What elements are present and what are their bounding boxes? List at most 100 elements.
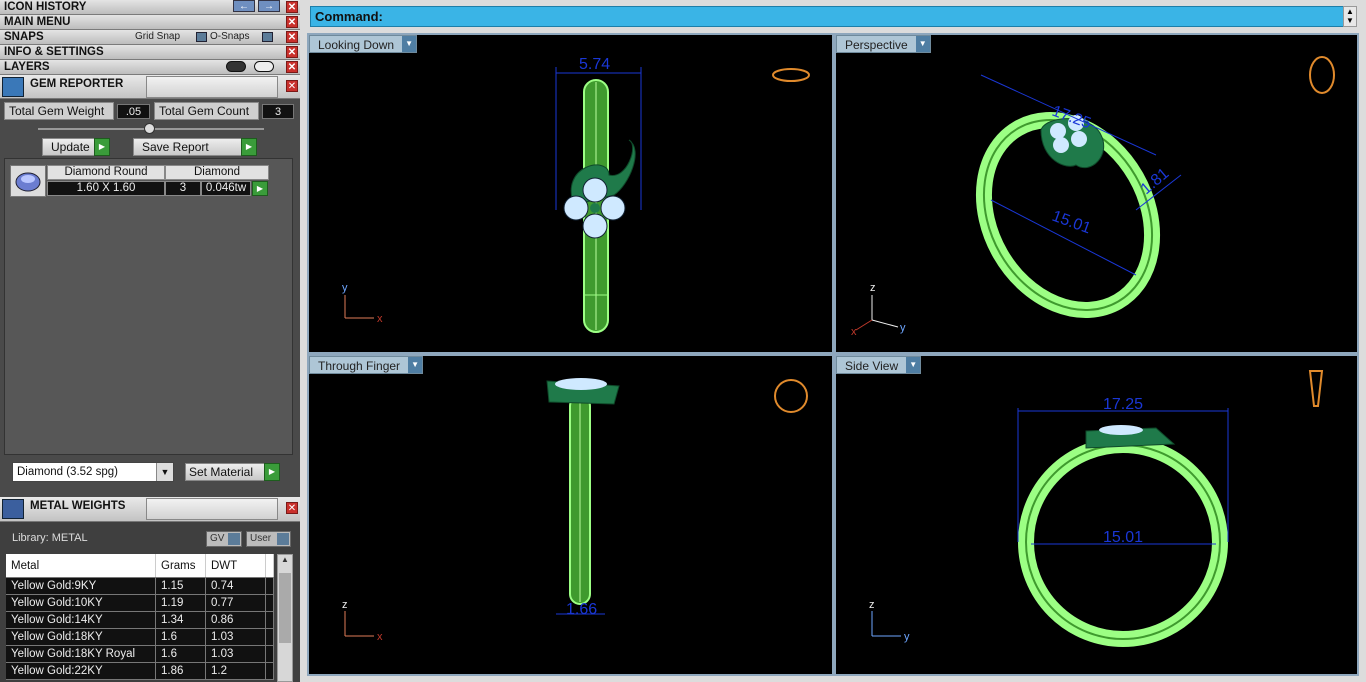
close-icon[interactable]: ✕ xyxy=(286,16,298,28)
column-header-metal[interactable]: Metal xyxy=(6,554,156,577)
play-icon: ▶ xyxy=(241,138,257,156)
gem-reporter-title: GEM REPORTER xyxy=(30,78,124,90)
side-view-drawing: 17.25 15.01 z y xyxy=(869,370,1324,647)
gem-reporter-header: GEM REPORTER ✕ xyxy=(0,75,300,99)
update-label: Update xyxy=(51,140,90,154)
gem-shape-cell: Diamond Round xyxy=(47,165,165,180)
table-row[interactable]: Yellow Gold:22KY 1.86 1.2 xyxy=(6,663,274,680)
eye-icon[interactable] xyxy=(254,61,274,72)
metal-weights-title: METAL WEIGHTS xyxy=(30,500,126,512)
viewport-looking-down[interactable]: Looking Down ▼ 5.74 y x xyxy=(307,33,834,354)
gem-count-cell: 3 xyxy=(165,181,201,196)
metal-weights-table: Metal Grams DWT Yellow Gold:9KY 1.15 0.7… xyxy=(6,554,274,680)
info-settings-label: INFO & SETTINGS xyxy=(4,46,104,58)
material-select[interactable]: Diamond (3.52 spg) ▼ xyxy=(12,462,174,482)
gem-list: Diamond Round Diamond 1.60 X 1.60 3 0.04… xyxy=(4,158,293,455)
table-row[interactable]: Yellow Gold:14KY 1.34 0.86 xyxy=(6,612,274,629)
back-arrow-icon[interactable]: ← xyxy=(233,0,255,12)
axis-y-label: y xyxy=(904,631,910,643)
close-icon[interactable]: ✕ xyxy=(286,46,298,58)
total-gem-weight-label: Total Gem Weight xyxy=(4,102,114,120)
axis-z-label: z xyxy=(342,599,348,611)
axis-z-label: z xyxy=(870,282,876,294)
command-bar[interactable]: Command: xyxy=(310,6,1344,27)
close-icon[interactable]: ✕ xyxy=(286,1,298,13)
table-row[interactable]: Yellow Gold:18KY Royal 1.6 1.03 xyxy=(6,646,274,663)
viewport-through-finger[interactable]: Through Finger ▼ 1.66 z x xyxy=(307,354,834,676)
layer-toggle-icon[interactable] xyxy=(226,61,246,72)
gem-reporter-icon xyxy=(2,77,24,97)
workspace: Command: ▲ ▼ Looking Down ▼ 5.74 y x Per… xyxy=(300,0,1366,682)
gem-size-cell: 1.60 X 1.60 xyxy=(47,181,165,196)
table-scrollbar[interactable]: ▲ xyxy=(277,554,293,682)
main-menu-bar[interactable]: MAIN MENU ✕ xyxy=(0,15,300,30)
o-snaps-toggle[interactable] xyxy=(262,32,273,42)
looking-down-drawing: 5.74 y x xyxy=(342,56,810,333)
save-report-label: Save Report xyxy=(142,140,209,154)
through-finger-drawing: 1.66 z x xyxy=(342,378,808,643)
gv-toggle[interactable]: GV xyxy=(206,531,242,547)
left-panel: ICON HISTORY ← → ✕ MAIN MENU ✕ SNAPS Gri… xyxy=(0,0,300,682)
close-icon[interactable]: ✕ xyxy=(286,502,298,514)
update-button[interactable]: Update ▶ xyxy=(42,138,110,156)
material-select-value: Diamond (3.52 spg) xyxy=(17,466,118,478)
set-material-label: Set Material xyxy=(189,465,254,479)
dimension-label: 17.25 xyxy=(1103,396,1143,413)
slider-handle[interactable] xyxy=(144,123,155,134)
dimension-label: 15.01 xyxy=(1103,529,1143,546)
chevron-down-icon: ▼ xyxy=(156,463,173,481)
metal-weights-header: METAL WEIGHTS ✕ xyxy=(0,497,300,522)
layers-bar[interactable]: LAYERS ✕ xyxy=(0,60,300,75)
gem-thumbnail[interactable] xyxy=(10,165,46,197)
gem-weight-cell: 0.046tw xyxy=(201,181,251,196)
close-icon[interactable]: ✕ xyxy=(286,80,298,92)
axis-z-label: z xyxy=(869,599,875,611)
perspective-drawing: 17.25 15.01 1.81 z y x xyxy=(851,56,1335,338)
table-row[interactable]: Yellow Gold:18KY 1.6 1.03 xyxy=(6,629,274,646)
grid-snap-toggle[interactable] xyxy=(196,32,207,42)
total-gem-weight-value: .05 xyxy=(117,104,150,119)
scroll-thumb[interactable] xyxy=(279,573,291,643)
table-row[interactable]: Yellow Gold:9KY 1.15 0.74 xyxy=(6,578,274,595)
column-header-grams[interactable]: Grams xyxy=(156,554,206,577)
main-menu-label: MAIN MENU xyxy=(4,16,71,28)
grid-snap-label: Grid Snap xyxy=(135,31,181,42)
icon-history-bar[interactable]: ICON HISTORY ← → ✕ xyxy=(0,0,300,15)
viewport-side-view[interactable]: Side View ▼ 17.25 15.01 z y xyxy=(834,354,1359,676)
forward-arrow-icon[interactable]: → xyxy=(258,0,280,12)
gem-material-cell: Diamond xyxy=(165,165,269,180)
snaps-label: SNAPS xyxy=(4,31,44,43)
dimension-label: 5.74 xyxy=(579,56,610,73)
panel-tab[interactable] xyxy=(146,498,278,520)
viewport-perspective[interactable]: Perspective ▼ 17.25 15.01 1.81 z y x xyxy=(834,33,1359,354)
o-snaps-label: O-Snaps xyxy=(210,31,250,42)
play-icon: ▶ xyxy=(264,463,280,481)
axis-x-label: x xyxy=(851,326,857,338)
axis-x-label: x xyxy=(377,313,383,325)
gem-detail-play-icon[interactable]: ▶ xyxy=(252,181,268,196)
close-icon[interactable]: ✕ xyxy=(286,61,298,73)
command-label: Command: xyxy=(315,9,383,24)
dimension-label: 15.01 xyxy=(1050,208,1094,238)
user-toggle[interactable]: User xyxy=(246,531,291,547)
close-icon[interactable]: ✕ xyxy=(286,31,298,43)
layers-label: LAYERS xyxy=(4,61,50,73)
panel-tab[interactable] xyxy=(146,76,278,98)
total-gem-count-label: Total Gem Count xyxy=(154,102,259,120)
axis-x-label: x xyxy=(377,631,383,643)
metal-scale-icon xyxy=(2,499,24,519)
save-report-button[interactable]: Save Report ▶ xyxy=(133,138,257,156)
command-scroll[interactable]: ▲ ▼ xyxy=(1343,6,1357,27)
icon-history-label: ICON HISTORY xyxy=(4,1,87,13)
scroll-up-icon[interactable]: ▲ xyxy=(278,555,292,564)
snaps-bar[interactable]: SNAPS Grid Snap O-Snaps ✕ xyxy=(0,30,300,45)
table-row[interactable]: Yellow Gold:10KY 1.19 0.77 xyxy=(6,595,274,612)
column-header-dwt[interactable]: DWT xyxy=(206,554,266,577)
table-header-row: Metal Grams DWT xyxy=(6,554,274,578)
axis-y-label: y xyxy=(900,322,906,334)
play-icon: ▶ xyxy=(94,138,110,156)
axis-y-label: y xyxy=(342,282,348,294)
info-settings-bar[interactable]: INFO & SETTINGS ✕ xyxy=(0,45,300,60)
total-gem-count-value: 3 xyxy=(262,104,294,119)
set-material-button[interactable]: Set Material ▶ xyxy=(185,463,280,481)
